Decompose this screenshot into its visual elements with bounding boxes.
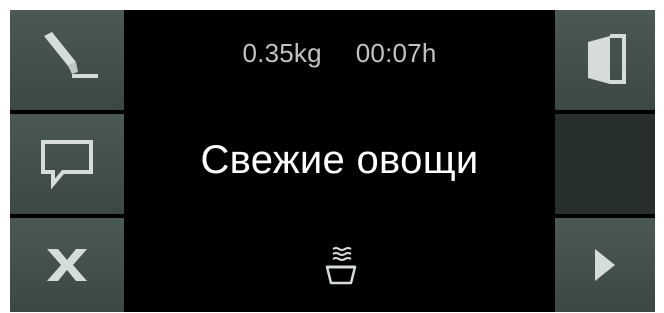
pen-edit-icon: [44, 32, 98, 78]
start-button[interactable]: [555, 218, 655, 312]
duration-value: 00:07h: [355, 38, 437, 68]
info-button[interactable]: [10, 114, 124, 214]
right-button-column: [555, 10, 655, 312]
appliance-display: 0.35kg 00:07h Свежие овощи: [10, 10, 655, 312]
empty-slot: [555, 114, 655, 214]
program-info-row: 0.35kg 00:07h: [124, 38, 555, 69]
weight-value: 0.35kg: [242, 38, 322, 68]
steam-bowl-icon: [325, 247, 357, 285]
close-x-icon: [47, 249, 87, 281]
cancel-button[interactable]: [10, 218, 124, 312]
speech-bubble-icon: [41, 140, 93, 190]
main-display: 0.35kg 00:07h Свежие овощи: [124, 10, 555, 312]
play-triangle-icon: [595, 249, 615, 281]
door-icon: [588, 34, 626, 84]
door-button[interactable]: [555, 10, 655, 110]
left-button-column: [10, 10, 124, 312]
edit-button[interactable]: [10, 10, 124, 110]
program-name: Свежие овощи: [200, 138, 479, 182]
